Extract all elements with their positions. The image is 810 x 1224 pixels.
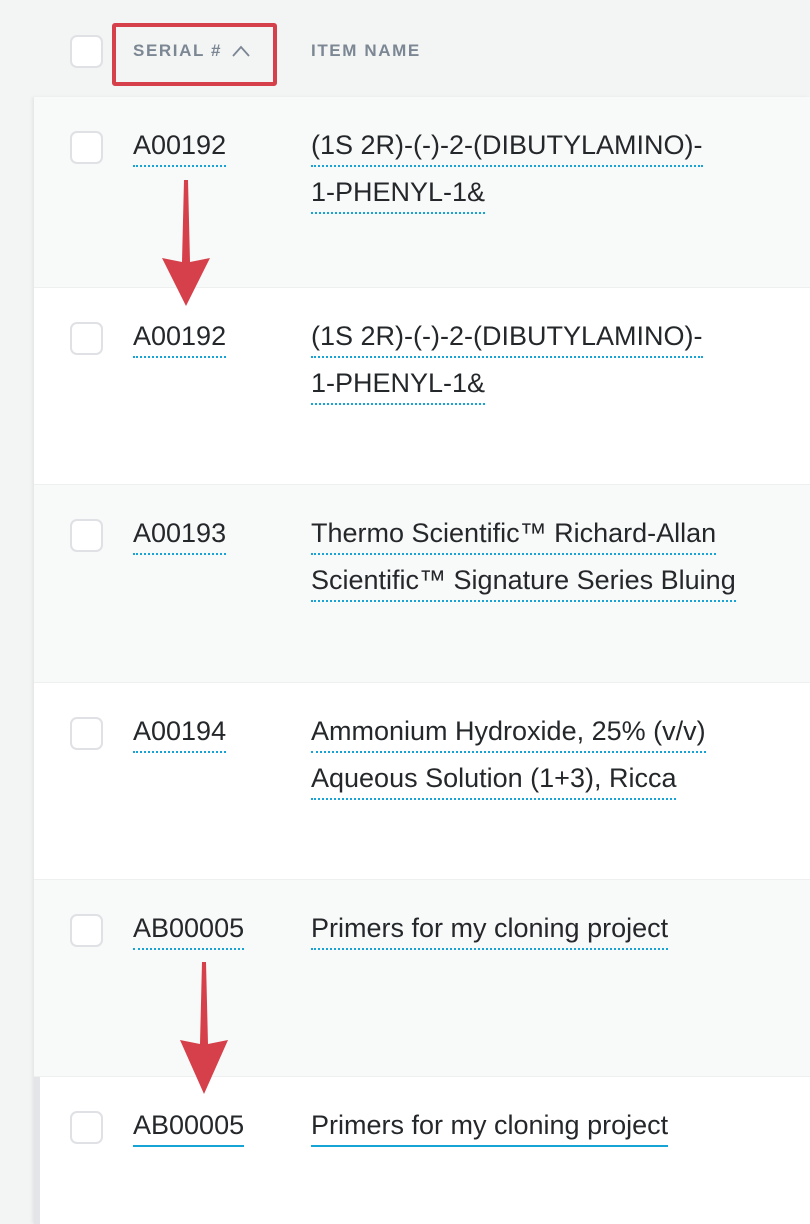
column-header-serial-label: SERIAL # <box>133 41 223 60</box>
item-name-link[interactable]: Ammonium Hydroxide, 25% (v/v) <box>311 713 706 753</box>
select-all-checkbox[interactable] <box>70 35 103 68</box>
serial-link[interactable]: AB00005 <box>133 1107 245 1147</box>
item-name-link[interactable]: (1S 2R)-(-)-2-(DIBUTYLAMINO)- <box>311 127 703 167</box>
table-row: A00193 Thermo Scientific™ Richard-Allan … <box>34 485 810 683</box>
serial-link[interactable]: A00193 <box>133 515 227 555</box>
row-checkbox[interactable] <box>70 1111 103 1144</box>
table-row: A00192 (1S 2R)-(-)-2-(DIBUTYLAMINO)- 1-P… <box>34 97 810 288</box>
item-name: Primers for my cloning project <box>311 910 791 957</box>
item-name: Primers for my cloning project <box>311 1107 791 1154</box>
row-checkbox[interactable] <box>70 519 103 552</box>
serial-link[interactable]: A00192 <box>133 127 227 167</box>
row-checkbox[interactable] <box>70 322 103 355</box>
serial-link[interactable]: AB00005 <box>133 910 245 950</box>
serial-link[interactable]: A00192 <box>133 318 227 358</box>
inventory-table: A00192 (1S 2R)-(-)-2-(DIBUTYLAMINO)- 1-P… <box>34 97 810 1224</box>
table-row: A00192 (1S 2R)-(-)-2-(DIBUTYLAMINO)- 1-P… <box>34 288 810 485</box>
row-checkbox[interactable] <box>70 131 103 164</box>
chevron-up-icon <box>232 45 250 57</box>
item-name-link[interactable]: Aqueous Solution (1+3), Ricca <box>311 760 677 800</box>
item-name-link[interactable]: 1-PHENYL-1& <box>311 365 486 405</box>
item-name: (1S 2R)-(-)-2-(DIBUTYLAMINO)- 1-PHENYL-1… <box>311 318 791 412</box>
row-checkbox[interactable] <box>70 717 103 750</box>
item-name: Thermo Scientific™ Richard-Allan Scienti… <box>311 515 791 609</box>
table-header: SERIAL # ITEM NAME <box>0 0 810 97</box>
row-checkbox[interactable] <box>70 914 103 947</box>
table-row: A00194 Ammonium Hydroxide, 25% (v/v) Aqu… <box>34 683 810 880</box>
item-name-link[interactable]: Primers for my cloning project <box>311 1107 669 1147</box>
item-name-link[interactable]: (1S 2R)-(-)-2-(DIBUTYLAMINO)- <box>311 318 703 358</box>
table-row: AB00005 Primers for my cloning project <box>34 880 810 1077</box>
item-name: (1S 2R)-(-)-2-(DIBUTYLAMINO)- 1-PHENYL-1… <box>311 127 791 221</box>
item-name-link[interactable]: Primers for my cloning project <box>311 910 669 950</box>
column-header-item-name[interactable]: ITEM NAME <box>311 41 421 61</box>
item-name-link[interactable]: 1-PHENYL-1& <box>311 174 486 214</box>
serial-link[interactable]: A00194 <box>133 713 227 753</box>
item-name: Ammonium Hydroxide, 25% (v/v) Aqueous So… <box>311 713 791 807</box>
item-name-link[interactable]: Thermo Scientific™ Richard-Allan <box>311 515 717 555</box>
column-header-serial[interactable]: SERIAL # <box>133 41 250 61</box>
item-name-link[interactable]: Scientific™ Signature Series Bluing <box>311 562 736 602</box>
table-row-hovered: AB00005 Primers for my cloning project <box>34 1077 810 1224</box>
